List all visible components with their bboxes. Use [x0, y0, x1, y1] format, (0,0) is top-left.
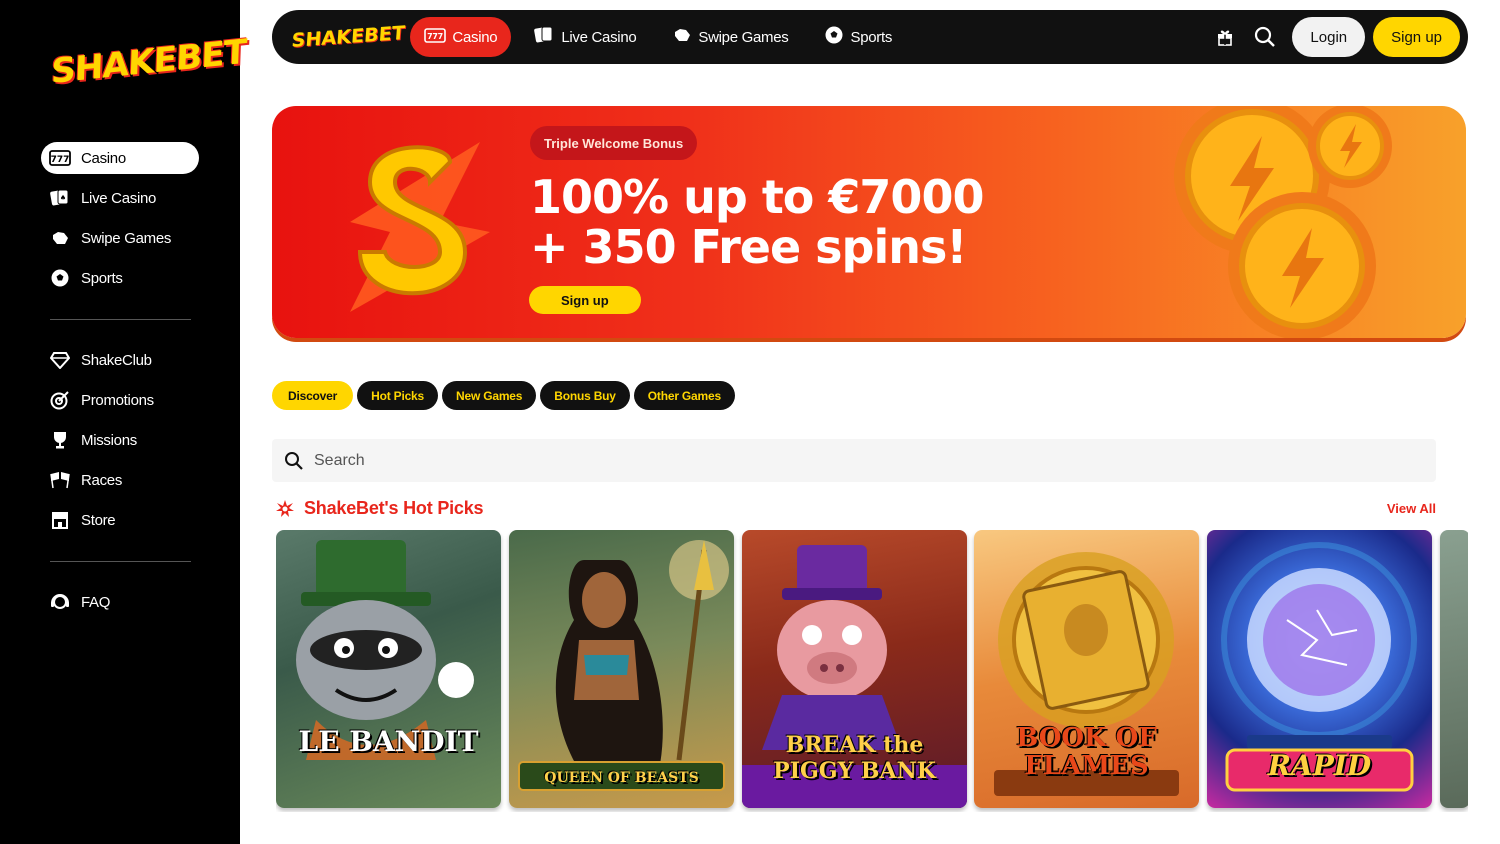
login-button[interactable]: Login [1292, 17, 1366, 57]
signup-button[interactable]: Sign up [1373, 17, 1460, 57]
sidebar-item-label: ShakeClub [81, 351, 152, 369]
tab-sports[interactable]: Sports [810, 17, 906, 57]
sidebar-item-label: Sports [81, 269, 123, 287]
category-filters: Discover Hot Picks New Games Bonus Buy O… [272, 381, 739, 410]
topbar-logo[interactable]: SHAKEBET [291, 22, 406, 52]
bonus-badge: Triple Welcome Bonus [530, 126, 698, 160]
section-title: ShakeBet's Hot Picks [304, 498, 484, 518]
bonus-title: 100% up to €7000 + 350 Free spins! [530, 170, 984, 274]
sidebar-item-sports[interactable]: Sports [41, 262, 199, 294]
search-input[interactable] [314, 451, 1214, 470]
sidebar-item-store[interactable]: Store [41, 504, 199, 536]
svg-text:♠: ♠ [60, 194, 66, 202]
sidebar-item-label: Missions [81, 431, 137, 449]
playing-cards-icon: ♠ [49, 187, 71, 209]
sidebar-item-label: Promotions [81, 391, 154, 409]
burst-icon [276, 499, 294, 517]
logo-text: SHAKEBET [50, 32, 247, 92]
sidebar: SHAKEBET 777 Casino ♠ Live Casino Swipe … [0, 0, 247, 844]
view-all-link[interactable]: View All [1387, 501, 1436, 516]
game-title: BREAK the PIGGY BANK [773, 732, 936, 784]
hot-picks-header: ShakeBet's Hot Picks View All [276, 498, 1436, 519]
game-tile[interactable]: QUEEN OF BEASTS [509, 530, 734, 808]
game-tile-partial[interactable] [1440, 530, 1468, 808]
game-title: LE BANDIT [298, 725, 479, 758]
support-agent-icon [49, 591, 71, 613]
trophy-icon [49, 429, 71, 451]
sidebar-item-label: Races [81, 471, 123, 489]
sidebar-item-live-casino[interactable]: ♠ Live Casino [41, 182, 199, 214]
top-navbar: SHAKEBET 777 Casino Live Casino Swipe Ga… [272, 10, 1468, 64]
sidebar-item-faq[interactable]: FAQ [41, 586, 199, 618]
tab-casino[interactable]: 777 Casino [410, 17, 512, 57]
shakebet-s-logo [350, 142, 490, 312]
store-icon [49, 509, 71, 531]
queen-of-beasts-artwork [518, 540, 729, 791]
topbar-actions: Login Sign up [1202, 17, 1460, 57]
tab-label: Live Casino [561, 28, 637, 46]
soccer-ball-icon [49, 267, 71, 289]
bonus-title-line2: + 350 Free spins! [530, 220, 967, 274]
game-title: QUEEN OF BEASTS [544, 770, 699, 786]
sidebar-item-label: Store [81, 511, 116, 529]
le-bandit-artwork [296, 540, 474, 760]
shakebet-logo[interactable]: SHAKEBET [50, 32, 246, 98]
sidebar-divider [50, 319, 191, 320]
filter-hot-picks[interactable]: Hot Picks [357, 381, 438, 410]
sidebar-item-promotions[interactable]: Promotions [41, 384, 199, 416]
sidebar-secondary-nav: ShakeClub Promotions Missions Races Stor… [41, 344, 199, 544]
filter-discover[interactable]: Discover [272, 381, 354, 410]
sidebar-item-swipe-games[interactable]: Swipe Games [41, 222, 199, 254]
race-flags-icon [49, 469, 71, 491]
tab-label: Sports [850, 28, 893, 46]
game-tile[interactable]: LE BANDIT [276, 530, 501, 808]
banner-signup-button[interactable]: Sign up [529, 286, 641, 314]
game-search-bar[interactable] [272, 439, 1436, 482]
playing-cards-icon [533, 25, 555, 49]
welcome-bonus-banner[interactable]: Triple Welcome Bonus 100% up to €7000 + … [272, 106, 1466, 338]
filter-other-games[interactable]: Other Games [633, 381, 735, 410]
search-icon[interactable] [1248, 20, 1282, 54]
slot-777-icon: 777 [424, 27, 447, 47]
sidebar-divider [50, 561, 191, 562]
svg-text:777: 777 [428, 32, 444, 41]
lightning-coins-illustration [1174, 106, 1392, 338]
game-title: BOOK OF FLAMES [1016, 723, 1157, 781]
game-tile[interactable]: RAPID [1207, 530, 1432, 808]
soccer-ball-icon [824, 25, 844, 49]
swipe-hand-icon [49, 227, 71, 249]
diamond-icon [49, 349, 71, 371]
tab-label: Swipe Games [698, 28, 789, 46]
sidebar-item-label: FAQ [81, 593, 111, 611]
sidebar-item-shakeclub[interactable]: ShakeClub [41, 344, 199, 376]
sidebar-item-missions[interactable]: Missions [41, 424, 199, 456]
tab-live-casino[interactable]: Live Casino [519, 17, 650, 57]
gift-icon[interactable] [1208, 20, 1242, 54]
sidebar-item-label: Live Casino [81, 189, 157, 207]
search-icon [285, 451, 303, 470]
sidebar-item-label: Casino [81, 149, 126, 167]
target-icon [49, 389, 71, 411]
tab-swipe-games[interactable]: Swipe Games [658, 17, 802, 57]
game-tile[interactable]: BREAK the PIGGY BANK [742, 530, 967, 808]
sidebar-primary-nav: 777 Casino ♠ Live Casino Swipe Games Spo… [41, 142, 199, 302]
sidebar-item-label: Swipe Games [81, 229, 172, 247]
tab-label: Casino [452, 28, 498, 46]
game-title: RAPID [1267, 749, 1372, 782]
sidebar-item-casino[interactable]: 777 Casino [41, 142, 199, 174]
svg-text:777: 777 [51, 155, 70, 165]
hot-picks-carousel: LE BANDIT QUEEN OF BEASTS BREAK the PIGG… [276, 530, 1468, 812]
bonus-title-line1: 100% up to €7000 [530, 170, 984, 224]
slot-777-icon: 777 [49, 147, 71, 169]
filter-new-games[interactable]: New Games [442, 381, 537, 410]
sidebar-tertiary-nav: FAQ [41, 586, 199, 626]
sidebar-item-races[interactable]: Races [41, 464, 199, 496]
filter-bonus-buy[interactable]: Bonus Buy [540, 381, 630, 410]
game-tile[interactable]: BOOK OF FLAMES [974, 530, 1199, 808]
swipe-hand-icon [672, 26, 692, 48]
